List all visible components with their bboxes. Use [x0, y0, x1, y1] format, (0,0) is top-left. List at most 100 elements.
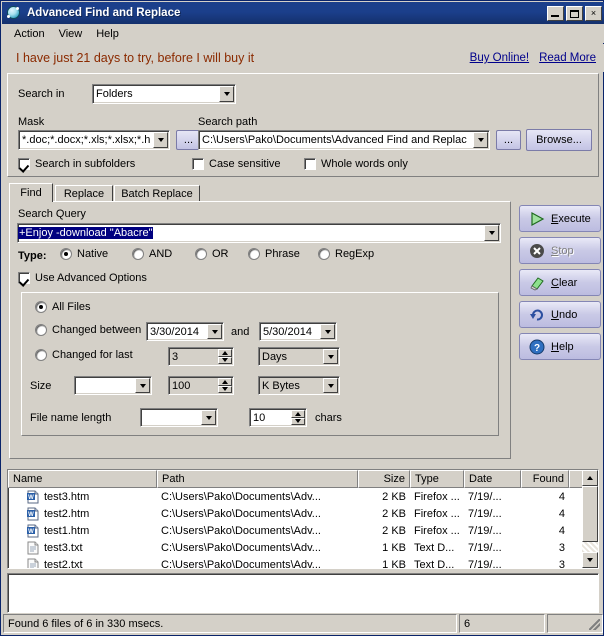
search-in-subfolders-checkbox[interactable]: Search in subfolders: [18, 158, 135, 170]
close-button[interactable]: ×: [585, 5, 602, 21]
chevron-down-icon[interactable]: [207, 324, 222, 339]
size-amount-spinner[interactable]: 100: [168, 376, 234, 395]
clear-button[interactable]: Clear: [519, 269, 601, 296]
chevron-down-icon[interactable]: [153, 132, 168, 148]
search-setup-panel: Search in Folders Mask *.doc;*.docx;*.xl…: [7, 73, 599, 177]
help-button[interactable]: ? Help: [519, 333, 601, 360]
changed-between-from-combo[interactable]: 3/30/2014: [146, 322, 224, 341]
cell-name: test2.htm: [44, 507, 90, 520]
spinner-down-icon[interactable]: [291, 417, 305, 425]
spinner-buttons[interactable]: [218, 378, 232, 393]
spinner-buttons[interactable]: [218, 349, 232, 364]
cell-found: 3: [558, 558, 565, 569]
use-advanced-options-checkbox[interactable]: Use Advanced Options: [18, 272, 147, 284]
scroll-up-icon[interactable]: [582, 470, 598, 486]
column-header-path[interactable]: Path: [157, 470, 358, 488]
cell-date: 7/19/...: [468, 507, 502, 520]
column-header-date[interactable]: Date: [464, 470, 521, 488]
type-radio-regexp-label: RegExp: [335, 248, 375, 260]
column-header-type[interactable]: Type: [410, 470, 464, 488]
menu-item-help[interactable]: Help: [89, 26, 126, 42]
chevron-down-icon[interactable]: [135, 378, 150, 393]
spinner-down-icon[interactable]: [218, 356, 232, 364]
undo-button[interactable]: Undo: [519, 301, 601, 328]
menu-item-action[interactable]: Action: [7, 26, 52, 42]
changed-between-to-combo[interactable]: 5/30/2014: [259, 322, 337, 341]
buy-online-link[interactable]: Buy Online!: [470, 52, 529, 64]
type-radio-regexp[interactable]: RegExp: [318, 248, 374, 260]
size-operator-combo[interactable]: [74, 376, 152, 395]
word-doc-icon: W: [26, 490, 40, 504]
radio-icon: [318, 248, 330, 260]
filter-radio-all-files[interactable]: All Files: [35, 301, 91, 313]
maximize-button[interactable]: [566, 5, 583, 21]
case-sensitive-label: Case sensitive: [209, 158, 281, 170]
type-radio-phrase[interactable]: Phrase: [248, 248, 300, 260]
results-vertical-scrollbar[interactable]: [582, 470, 598, 568]
changed-for-last-unit-value: Days: [262, 350, 288, 363]
question-icon: ?: [529, 339, 545, 355]
type-radio-native[interactable]: Native: [60, 248, 108, 260]
preview-pane[interactable]: [7, 573, 599, 613]
browse-button[interactable]: Browse...: [526, 129, 592, 151]
tab-batch-replace[interactable]: Batch Replace: [114, 185, 200, 202]
read-more-link[interactable]: Read More: [539, 52, 596, 64]
filter-radio-changed-for-last[interactable]: Changed for last: [35, 349, 133, 361]
table-row[interactable]: W test1.htm C:\Users\Pako\Documents\Adv.…: [8, 522, 598, 539]
file-name-length-operator-combo[interactable]: [140, 408, 218, 427]
spinner-buttons[interactable]: [291, 410, 305, 425]
minimize-button[interactable]: [547, 5, 564, 21]
table-row[interactable]: test2.txt C:\Users\Pako\Documents\Adv...…: [8, 556, 598, 569]
search-path-combo[interactable]: C:\Users\Pako\Documents\Advanced Find an…: [198, 130, 490, 150]
spinner-up-icon[interactable]: [291, 410, 305, 418]
spinner-up-icon[interactable]: [218, 378, 232, 386]
search-path-browse-button[interactable]: ...: [496, 130, 521, 150]
size-label: Size: [30, 380, 52, 392]
results-list[interactable]: Name Path Size Type Date Found W test3.h…: [7, 469, 599, 569]
chevron-down-icon[interactable]: [219, 86, 234, 102]
size-unit-value: K Bytes: [262, 379, 300, 392]
file-name-length-spinner[interactable]: 10: [249, 408, 307, 427]
scrollbar-track[interactable]: [582, 486, 598, 552]
tab-find[interactable]: Find: [9, 183, 53, 202]
table-row[interactable]: test3.txt C:\Users\Pako\Documents\Adv...…: [8, 539, 598, 556]
mask-label: Mask: [18, 116, 45, 128]
filter-radio-changed-between[interactable]: Changed between: [35, 324, 141, 336]
cell-path: C:\Users\Pako\Documents\Adv...: [161, 507, 321, 520]
status-resize-grip[interactable]: [547, 614, 603, 633]
size-unit-combo[interactable]: K Bytes: [258, 376, 340, 395]
column-header-found[interactable]: Found: [521, 470, 569, 488]
column-header-name[interactable]: Name: [8, 470, 157, 488]
chevron-down-icon[interactable]: [323, 349, 338, 364]
whole-words-only-checkbox[interactable]: Whole words only: [304, 158, 408, 170]
tab-replace[interactable]: Replace: [55, 185, 113, 202]
search-in-combo[interactable]: Folders: [92, 84, 236, 104]
chevron-down-icon[interactable]: [473, 132, 488, 148]
chevron-down-icon[interactable]: [323, 378, 338, 393]
chevron-down-icon[interactable]: [320, 324, 335, 339]
spinner-down-icon[interactable]: [218, 385, 232, 393]
type-label: Type:: [18, 250, 47, 262]
execute-button[interactable]: Execute: [519, 205, 601, 232]
type-radio-and[interactable]: AND: [132, 248, 172, 260]
menu-item-view[interactable]: View: [52, 26, 90, 42]
mask-value: *.doc;*.docx;*.xls;*.xlsx;*.h: [22, 134, 151, 146]
scrollbar-thumb[interactable]: [582, 486, 598, 542]
chevron-down-icon[interactable]: [484, 225, 499, 241]
mask-combo[interactable]: *.doc;*.docx;*.xls;*.xlsx;*.h: [18, 130, 170, 150]
search-query-combo[interactable]: +Enjoy -download "Abacre": [17, 223, 501, 243]
column-header-size[interactable]: Size: [358, 470, 410, 488]
cell-found: 4: [558, 524, 565, 537]
type-radio-or[interactable]: OR: [195, 248, 229, 260]
case-sensitive-checkbox[interactable]: Case sensitive: [192, 158, 281, 170]
table-row[interactable]: W test2.htm C:\Users\Pako\Documents\Adv.…: [8, 505, 598, 522]
spinner-up-icon[interactable]: [218, 349, 232, 357]
stop-button-label: Stop: [551, 244, 574, 257]
changed-for-last-spinner[interactable]: 3: [168, 347, 234, 366]
chevron-down-icon[interactable]: [201, 410, 216, 425]
table-row[interactable]: W test3.htm C:\Users\Pako\Documents\Adv.…: [8, 488, 598, 505]
changed-for-last-unit-combo[interactable]: Days: [258, 347, 340, 366]
scroll-down-icon[interactable]: [582, 552, 598, 568]
cell-size: 1 KB: [382, 558, 406, 569]
filter-changed-for-last-label: Changed for last: [52, 349, 133, 361]
